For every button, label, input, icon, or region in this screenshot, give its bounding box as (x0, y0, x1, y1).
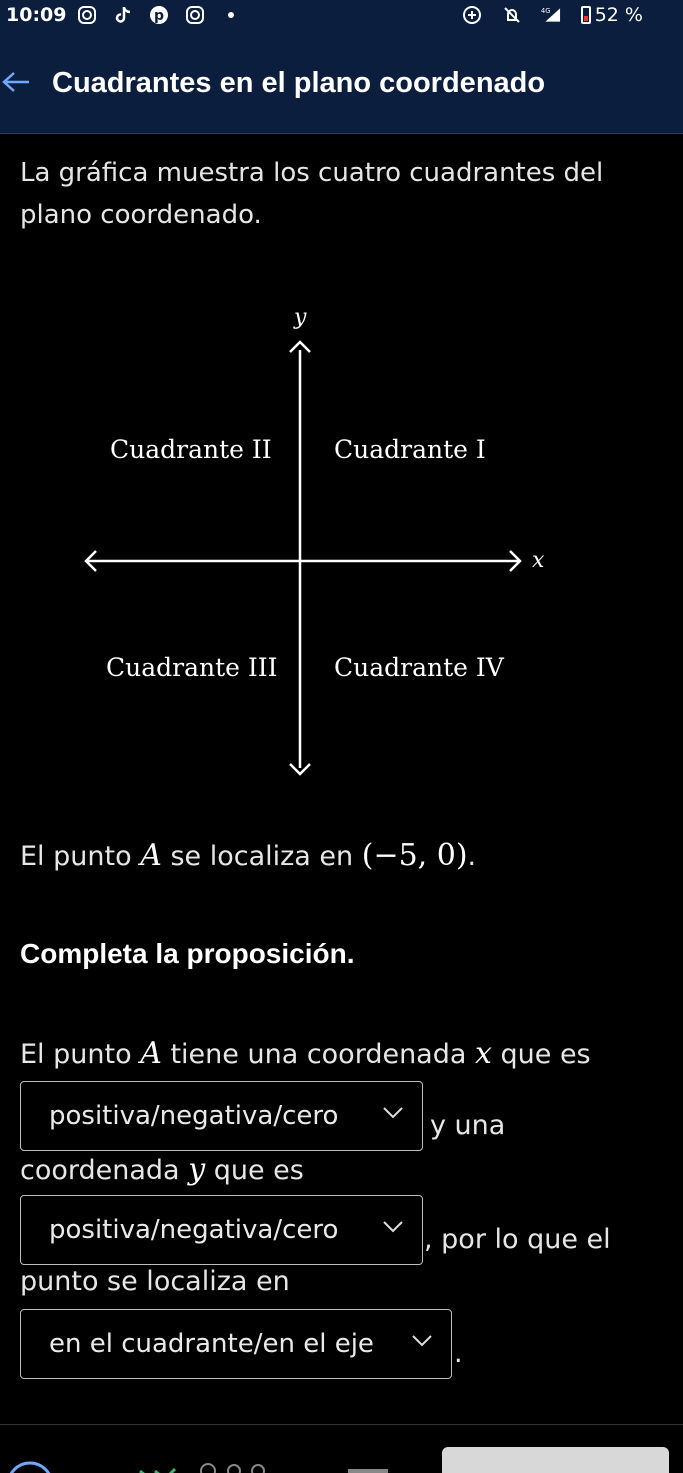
intro-text: La gráfica muestra los cuatro cuadrantes… (20, 158, 604, 230)
location-dropdown[interactable]: en el cuadrante/en el eje (20, 1309, 452, 1379)
skip-icon (348, 1469, 388, 1473)
battery: 52 % (580, 4, 643, 26)
quadrant-label-1: Cuadrante I (334, 435, 486, 464)
y-sign-dropdown[interactable]: positiva/negativa/cero (20, 1195, 423, 1265)
x-sign-dropdown-value: positiva/negativa/cero (49, 1101, 339, 1131)
status-time: 10:09 (6, 4, 67, 26)
point-coordinates: (−5, 0) (361, 838, 468, 873)
x-axis-label: x (532, 548, 545, 573)
prop-located-in: punto se localiza en (20, 1266, 290, 1297)
battery-level: 52 % (594, 4, 643, 26)
bottom-bar (0, 1425, 683, 1473)
dot-icon (220, 4, 242, 26)
prop-so-that: , por lo que el (424, 1224, 611, 1255)
quadrant-label-4: Cuadrante IV (334, 653, 505, 682)
svg-text:p: p (154, 8, 164, 24)
prop-end-period: . (454, 1338, 463, 1369)
x-sign-dropdown[interactable]: positiva/negativa/cero (20, 1081, 423, 1151)
prop-x-var: x (475, 1036, 492, 1071)
notification-icons: p (76, 4, 242, 26)
proposition-line-1: El punto A tiene una coordenada x que es (20, 1036, 591, 1071)
chevron-down-icon (383, 1107, 403, 1119)
app-bar: Cuadrantes en el plano coordenado (0, 30, 683, 134)
system-icons: 4G 52 % (461, 0, 643, 30)
point-statement: El punto A se localiza en (−5, 0). (20, 836, 476, 877)
content: La gráfica muestra los cuatro cuadrantes… (20, 152, 660, 236)
point-statement-prefix: El punto (20, 841, 141, 872)
attempt-dot-icon (200, 1463, 216, 1473)
prop-y-var: y (188, 1152, 206, 1187)
add-circle-icon (461, 4, 483, 26)
pinterest-icon: p (148, 4, 170, 26)
tiktok-icon (112, 4, 134, 26)
status-bar: 10:09 p 4G 52 % (0, 0, 683, 30)
check-icon (139, 1467, 177, 1473)
prop-point-name: A (140, 1036, 162, 1071)
signal-icon: 4G (541, 4, 563, 26)
coordinate-plane-graph: y x Cuadrante II Cuadrante I Cuadrante I… (60, 300, 580, 790)
prop-prefix: El punto (20, 1039, 141, 1070)
chevron-down-icon (383, 1221, 403, 1233)
attempt-dot-icon (251, 1464, 265, 1473)
point-statement-suffix: . (467, 841, 477, 872)
proposition-line-3: coordenada y que es (20, 1152, 304, 1187)
prop-middle: tiene una coordenada (161, 1039, 475, 1070)
progress-circle-icon (9, 1461, 51, 1473)
prop-and-a: y una (430, 1110, 506, 1141)
prop-coord-prefix: coordenada (20, 1155, 189, 1186)
check-answer-button[interactable] (442, 1447, 669, 1473)
prop-suffix: que es (491, 1039, 591, 1070)
back-button[interactable] (0, 66, 32, 98)
prop-coord-suffix: que es (205, 1155, 304, 1186)
battery-icon (580, 6, 591, 24)
y-sign-dropdown-value: positiva/negativa/cero (49, 1215, 339, 1245)
chevron-down-icon (412, 1335, 432, 1347)
instagram-icon (76, 4, 98, 26)
arrow-left-icon (2, 72, 29, 92)
attempt-dot-icon (227, 1464, 241, 1473)
quadrant-label-2: Cuadrante II (110, 435, 272, 464)
page-title: Cuadrantes en el plano coordenado (52, 67, 546, 99)
point-statement-middle: se localiza en (161, 841, 362, 872)
network-label: 4G (541, 7, 550, 15)
location-dropdown-value: en el cuadrante/en el eje (49, 1329, 374, 1359)
instagram-icon (184, 4, 206, 26)
quadrant-label-3: Cuadrante III (106, 653, 278, 682)
y-axis-label: y (293, 305, 307, 330)
instruction-heading: Completa la proposición. (20, 938, 355, 969)
mute-icon (501, 4, 523, 26)
point-name: A (140, 838, 162, 873)
